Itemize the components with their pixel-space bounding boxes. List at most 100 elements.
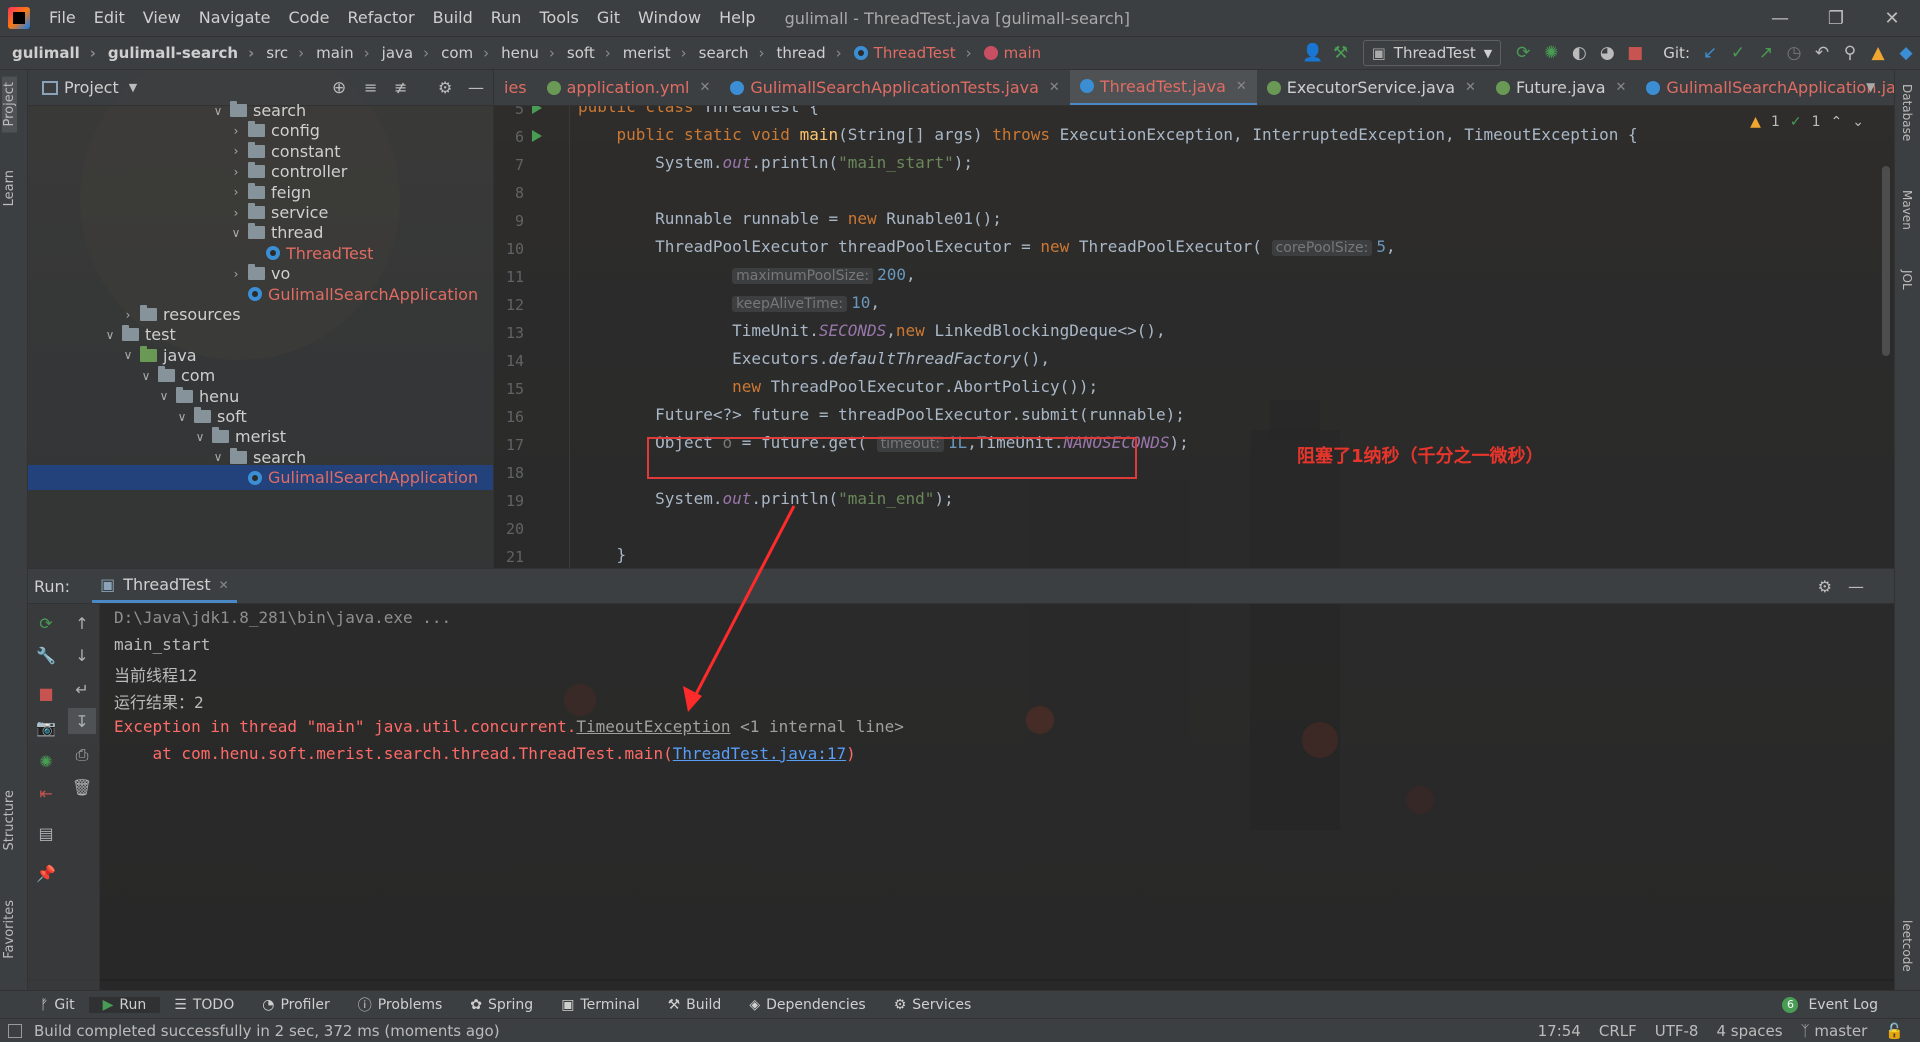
indent-setting[interactable]: 4 spaces <box>1716 1022 1782 1040</box>
run-configuration-select[interactable]: ▣ ThreadTest ▼ <box>1362 40 1502 66</box>
close-tab-icon[interactable]: ✕ <box>1465 80 1476 95</box>
run-gutter-icon[interactable] <box>532 106 542 114</box>
toolwindow-todo[interactable]: ☰ TODO <box>160 997 248 1013</box>
chevron-down-icon[interactable]: ∨ <box>210 450 226 464</box>
close-tab-icon[interactable]: ✕ <box>1236 79 1247 94</box>
menu-edit[interactable]: Edit <box>85 0 134 36</box>
update-icon[interactable]: ▲ <box>1864 39 1892 67</box>
run-gutter-icon[interactable] <box>532 130 542 142</box>
hide-icon[interactable]: — <box>468 78 484 97</box>
breadcrumb-item[interactable]: soft › <box>555 44 611 62</box>
chevron-down-icon[interactable]: ▼ <box>129 81 137 94</box>
exit-icon[interactable]: ⇤ <box>32 780 60 806</box>
close-tab-icon[interactable]: ✕ <box>699 80 710 95</box>
breadcrumb-item[interactable]: thread › <box>764 44 841 62</box>
breadcrumb-item[interactable]: ThreadTest › <box>842 44 972 62</box>
build-hammer-icon[interactable]: ⚒ <box>1327 39 1355 67</box>
editor-tab[interactable]: Future.java ✕ <box>1486 70 1636 105</box>
breadcrumb-item[interactable]: main › <box>304 44 369 62</box>
breadcrumb-item[interactable]: merist › <box>611 44 687 62</box>
collapse-all-icon[interactable]: ≢ <box>394 78 407 97</box>
breadcrumb-item[interactable]: src › <box>254 44 304 62</box>
close-tab-icon[interactable]: ✕ <box>1616 80 1627 95</box>
hide-icon[interactable]: — <box>1848 577 1864 596</box>
chevron-right-icon[interactable]: › <box>228 165 244 179</box>
layout-icon[interactable]: ▤ <box>32 820 60 846</box>
project-tool-button[interactable]: Project <box>2 76 17 133</box>
rerun-icon[interactable]: ⟳ <box>32 610 60 636</box>
chevron-down-icon[interactable]: ∨ <box>120 348 136 362</box>
menu-run[interactable]: Run <box>482 0 531 36</box>
debug-icon[interactable]: ✺ <box>1537 39 1565 67</box>
editor-tab[interactable]: ies <box>494 70 537 105</box>
menu-navigate[interactable]: Navigate <box>190 0 280 36</box>
menu-file[interactable]: File <box>40 0 85 36</box>
chevron-right-icon[interactable]: › <box>228 267 244 281</box>
scroll-to-end-icon[interactable]: ↧ <box>68 708 96 734</box>
expand-all-icon[interactable]: ≡ <box>364 78 377 97</box>
inspection-widget[interactable]: ▲ 1 ✓ 1 ⌃ ⌄ <box>1750 114 1864 130</box>
breadcrumb-item[interactable]: java › <box>370 44 429 62</box>
breadcrumb-item[interactable]: gulimall-search › <box>96 44 254 62</box>
tabs-overflow-icon[interactable]: ▼ <box>1866 80 1875 94</box>
print-icon[interactable]: ⎙ <box>68 742 96 768</box>
breadcrumb-item[interactable]: com › <box>429 44 489 62</box>
stop-icon[interactable]: ■ <box>1621 39 1649 67</box>
leetcode-tool-button[interactable]: leetcode <box>1900 920 1914 972</box>
menu-tools[interactable]: Tools <box>530 0 587 36</box>
menu-code[interactable]: Code <box>280 0 339 36</box>
chevron-down-icon[interactable]: ∨ <box>174 410 190 424</box>
close-icon[interactable]: ✕ <box>1864 0 1920 36</box>
favorites-tool-button[interactable]: Favorites <box>2 900 17 959</box>
chevron-down-icon[interactable]: ∨ <box>156 389 172 403</box>
chevron-down-icon[interactable]: ∨ <box>138 369 154 383</box>
toolwindow-git[interactable]: ᚠ Git <box>26 997 89 1013</box>
editor-tab[interactable]: ThreadTest.java ✕ <box>1069 70 1257 105</box>
learn-tool-button[interactable]: Learn <box>2 170 17 206</box>
run-tab[interactable]: ▣ ThreadTest ✕ <box>92 569 237 603</box>
close-tab-icon[interactable]: ✕ <box>1049 80 1060 95</box>
jol-tool-button[interactable]: JOL <box>1900 270 1914 290</box>
trash-icon[interactable]: 🗑 <box>68 774 96 800</box>
history-icon[interactable]: ◷ <box>1780 39 1808 67</box>
chevron-down-icon[interactable]: ∨ <box>102 328 118 342</box>
chevron-up-icon[interactable]: ⌃ <box>1831 114 1843 130</box>
camera-icon[interactable]: 📷 <box>32 714 60 740</box>
git-commit-icon[interactable]: ✓ <box>1724 39 1752 67</box>
chevron-right-icon[interactable]: › <box>120 308 136 322</box>
breadcrumb-item[interactable]: gulimall › <box>0 44 96 62</box>
debug-icon[interactable]: ✺ <box>32 748 60 774</box>
rerun-icon[interactable]: ⟳ <box>1509 39 1537 67</box>
breadcrumb-item[interactable]: search › <box>687 44 765 62</box>
menu-view[interactable]: View <box>134 0 190 36</box>
maven-tool-button[interactable]: Maven <box>1900 190 1914 230</box>
arrow-up-icon[interactable]: ↑ <box>68 610 96 636</box>
gear-icon[interactable]: ⚙ <box>1818 577 1832 596</box>
chevron-down-icon[interactable]: ∨ <box>210 104 226 118</box>
editor-tab[interactable]: GulimallSearchApplication.java✕ <box>1636 70 1894 105</box>
toolwindow-profiler[interactable]: ◔ Profiler <box>248 997 344 1013</box>
toolwindow-services[interactable]: ⚙ Services <box>880 997 986 1013</box>
git-branch[interactable]: ᛉ master <box>1801 1022 1868 1040</box>
coverage-icon[interactable]: ◐ <box>1565 39 1593 67</box>
editor-tab[interactable]: ExecutorService.java ✕ <box>1257 70 1486 105</box>
chevron-down-icon[interactable]: ∨ <box>228 226 244 240</box>
profile-icon[interactable]: ◕ <box>1593 39 1621 67</box>
caret-position[interactable]: 17:54 <box>1538 1022 1581 1040</box>
file-encoding[interactable]: UTF-8 <box>1655 1022 1699 1040</box>
menu-refactor[interactable]: Refactor <box>338 0 423 36</box>
menu-window[interactable]: Window <box>629 0 710 36</box>
exception-class-link[interactable]: TimeoutException <box>576 717 730 736</box>
toolwindow-terminal[interactable]: ▣ Terminal <box>547 997 653 1013</box>
menu-git[interactable]: Git <box>588 0 629 36</box>
editor-scrollbar[interactable] <box>1882 166 1890 356</box>
close-tab-icon[interactable]: ✕ <box>219 578 229 592</box>
restore-icon[interactable]: ❐ <box>1808 0 1864 36</box>
locate-icon[interactable]: ⊕ <box>332 78 346 98</box>
chevron-down-icon[interactable]: ⌄ <box>1852 114 1864 130</box>
toolwindow-build[interactable]: ⚒ Build <box>654 997 736 1013</box>
git-push-icon[interactable]: ↗ <box>1752 39 1780 67</box>
search-icon[interactable]: ⚲ <box>1836 39 1864 67</box>
toolwindow-problems[interactable]: ⓘ Problems <box>344 995 457 1015</box>
toolwindow-dependencies[interactable]: ◈ Dependencies <box>735 997 879 1013</box>
